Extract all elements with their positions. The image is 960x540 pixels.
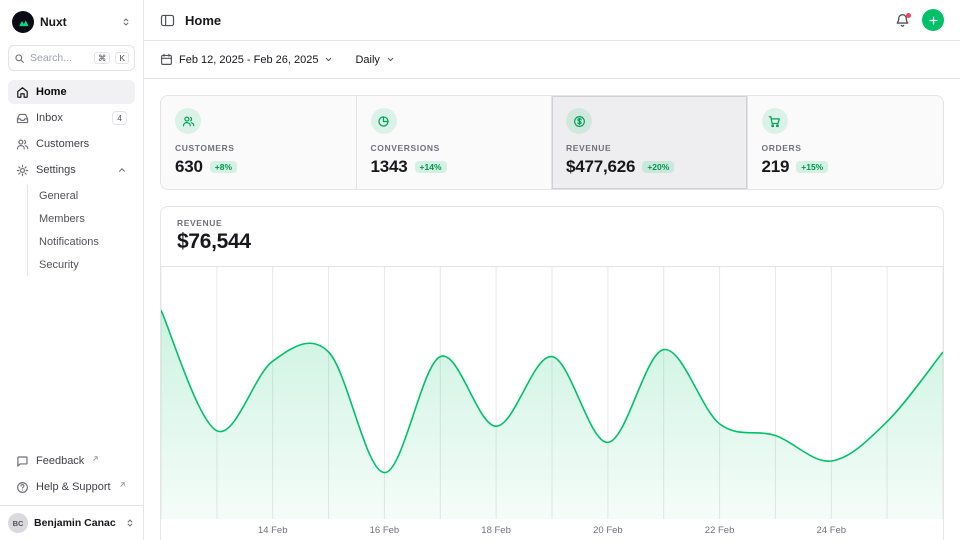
svg-text:24 Feb: 24 Feb — [817, 525, 847, 536]
footer-item-label: Feedback — [36, 455, 84, 467]
inbox-icon — [16, 112, 29, 125]
workspace-switcher[interactable]: Nuxt — [8, 8, 135, 36]
users-icon — [16, 138, 29, 151]
sidebar-subitem-label: Members — [39, 213, 85, 225]
sidebar: Nuxt Search... ⌘ K Home — [0, 0, 144, 540]
page-content: CUSTOMERS 630 +8% CONVERSIONS 1343 +14% — [144, 79, 960, 540]
chart-current-value: $76,544 — [177, 230, 927, 254]
external-link-icon — [119, 481, 126, 488]
sidebar-item-security[interactable]: Security — [28, 254, 135, 276]
chart-title: REVENUE — [177, 218, 927, 228]
sidebar-item-settings[interactable]: Settings — [8, 158, 135, 182]
stat-value: 1343 — [371, 157, 408, 177]
page-header: Home — [144, 0, 960, 41]
stat-card-customers[interactable]: CUSTOMERS 630 +8% — [161, 96, 357, 189]
help-support-link[interactable]: Help & Support — [8, 475, 135, 499]
feedback-link[interactable]: Feedback — [8, 449, 135, 473]
stat-label: REVENUE — [566, 143, 733, 153]
footer-item-label: Help & Support — [36, 481, 111, 493]
chevron-up-down-icon — [121, 16, 131, 28]
period-label: Daily — [355, 54, 379, 66]
nuxt-logo-icon — [12, 11, 34, 33]
settings-submenu: General Members Notifications Security — [27, 185, 135, 276]
stat-value: 219 — [762, 157, 790, 177]
collapse-sidebar-icon[interactable] — [160, 13, 175, 28]
workspace-name: Nuxt — [40, 15, 115, 29]
user-name: Benjamin Canac — [34, 517, 119, 529]
stat-delta-badge: +8% — [210, 161, 237, 174]
stat-label: CONVERSIONS — [371, 143, 538, 153]
sidebar-item-label: Settings — [36, 164, 76, 176]
sidebar-footer: Feedback Help & Support — [0, 445, 143, 505]
user-menu[interactable]: BC Benjamin Canac — [0, 505, 143, 540]
svg-text:14 Feb: 14 Feb — [258, 525, 288, 536]
stat-delta-badge: +15% — [796, 161, 828, 174]
sidebar-item-notifications[interactable]: Notifications — [28, 231, 135, 253]
shopping-cart-icon — [762, 108, 788, 134]
sidebar-item-label: Inbox — [36, 112, 63, 124]
revenue-chart-card: REVENUE $76,544 14 Feb 16 Feb 18 Feb 20 Feb… — [160, 206, 944, 540]
search-input[interactable]: Search... ⌘ K — [8, 45, 135, 71]
sidebar-subitem-label: General — [39, 190, 78, 202]
stats-row: CUSTOMERS 630 +8% CONVERSIONS 1343 +14% — [160, 95, 944, 190]
stat-value: 630 — [175, 157, 203, 177]
kbd-meta: ⌘ — [94, 52, 111, 65]
sidebar-item-inbox[interactable]: Inbox 4 — [8, 106, 135, 130]
gear-icon — [16, 164, 29, 177]
sidebar-item-general[interactable]: General — [28, 185, 135, 207]
sidebar-item-label: Customers — [36, 138, 89, 150]
sidebar-subitem-label: Security — [39, 259, 79, 271]
revenue-area-chart[interactable]: 14 Feb 16 Feb 18 Feb 20 Feb 22 Feb 24 Feb — [161, 267, 943, 540]
svg-text:22 Feb: 22 Feb — [705, 525, 735, 536]
stat-card-orders[interactable]: ORDERS 219 +15% — [748, 96, 944, 189]
stat-delta-badge: +14% — [415, 161, 447, 174]
svg-text:16 Feb: 16 Feb — [370, 525, 400, 536]
chart-header: REVENUE $76,544 — [161, 207, 943, 267]
filter-toolbar: Feb 12, 2025 - Feb 26, 2025 Daily — [144, 41, 960, 79]
sidebar-item-members[interactable]: Members — [28, 208, 135, 230]
question-circle-icon — [16, 481, 29, 494]
period-select[interactable]: Daily — [355, 54, 394, 66]
svg-text:18 Feb: 18 Feb — [481, 525, 511, 536]
stat-card-conversions[interactable]: CONVERSIONS 1343 +14% — [357, 96, 553, 189]
notifications-bell-icon[interactable] — [895, 13, 910, 28]
page-title: Home — [185, 13, 221, 28]
stat-label: ORDERS — [762, 143, 930, 153]
dashboard-app: Nuxt Search... ⌘ K Home — [0, 0, 960, 540]
pie-chart-icon — [371, 108, 397, 134]
sidebar-subitem-label: Notifications — [39, 236, 99, 248]
notification-dot — [906, 13, 911, 18]
chevron-down-icon — [386, 55, 395, 64]
external-link-icon — [92, 455, 99, 462]
calendar-icon — [160, 53, 173, 66]
date-range-label: Feb 12, 2025 - Feb 26, 2025 — [179, 54, 318, 66]
date-range-picker[interactable]: Feb 12, 2025 - Feb 26, 2025 — [160, 53, 333, 66]
sidebar-item-home[interactable]: Home — [8, 80, 135, 104]
kbd-k: K — [115, 52, 129, 65]
stat-card-revenue[interactable]: REVENUE $477,626 +20% — [552, 96, 748, 189]
sidebar-nav: Home Inbox 4 Customers Settings — [0, 76, 143, 281]
main-area: Home Feb 12, 2025 - Feb 26, 2025 — [144, 0, 960, 540]
search-placeholder: Search... — [30, 52, 89, 64]
sidebar-item-customers[interactable]: Customers — [8, 132, 135, 156]
stat-delta-badge: +20% — [642, 161, 674, 174]
inbox-count-badge: 4 — [112, 111, 127, 125]
sidebar-item-label: Home — [36, 86, 67, 98]
chevron-down-icon — [324, 55, 333, 64]
chevron-up-down-icon — [125, 517, 135, 529]
users-icon — [175, 108, 201, 134]
stat-label: CUSTOMERS — [175, 143, 342, 153]
header-actions — [895, 9, 944, 31]
search-icon — [14, 53, 25, 64]
message-bubble-icon — [16, 455, 29, 468]
avatar: BC — [8, 513, 28, 533]
add-button[interactable] — [922, 9, 944, 31]
home-icon — [16, 86, 29, 99]
chevron-up-icon — [117, 165, 127, 175]
stat-value: $477,626 — [566, 157, 635, 177]
svg-text:20 Feb: 20 Feb — [593, 525, 623, 536]
circle-dollar-icon — [566, 108, 592, 134]
